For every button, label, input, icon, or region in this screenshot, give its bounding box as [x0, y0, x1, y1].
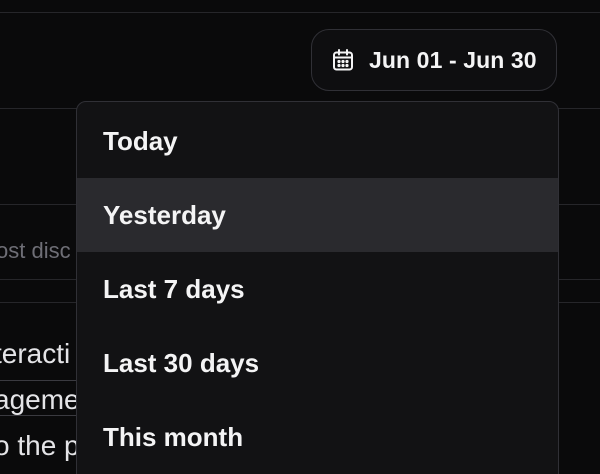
date-range-label: Jun 01 - Jun 30 [369, 46, 537, 73]
background-input-placeholder: ost disc [0, 238, 71, 263]
page: ost disc teracti ageme o the p Jun 01 - … [0, 0, 600, 474]
background-text-line: ageme [0, 384, 80, 415]
date-range-dropdown: Today Yesterday Last 7 days Last 30 days… [76, 101, 559, 474]
background-underline [0, 415, 80, 416]
option-this-month[interactable]: This month [77, 400, 558, 474]
calendar-icon [331, 48, 355, 72]
date-range-options: Today Yesterday Last 7 days Last 30 days… [77, 102, 558, 474]
background-text-line: o the p [0, 430, 80, 461]
option-yesterday[interactable]: Yesterday [77, 178, 558, 252]
option-today[interactable]: Today [77, 104, 558, 178]
option-last-30-days[interactable]: Last 30 days [77, 326, 558, 400]
background-text-line: teracti [0, 338, 71, 369]
divider [0, 12, 600, 13]
option-last-7-days[interactable]: Last 7 days [77, 252, 558, 326]
date-range-button[interactable]: Jun 01 - Jun 30 [311, 29, 557, 91]
background-underline [0, 380, 80, 381]
